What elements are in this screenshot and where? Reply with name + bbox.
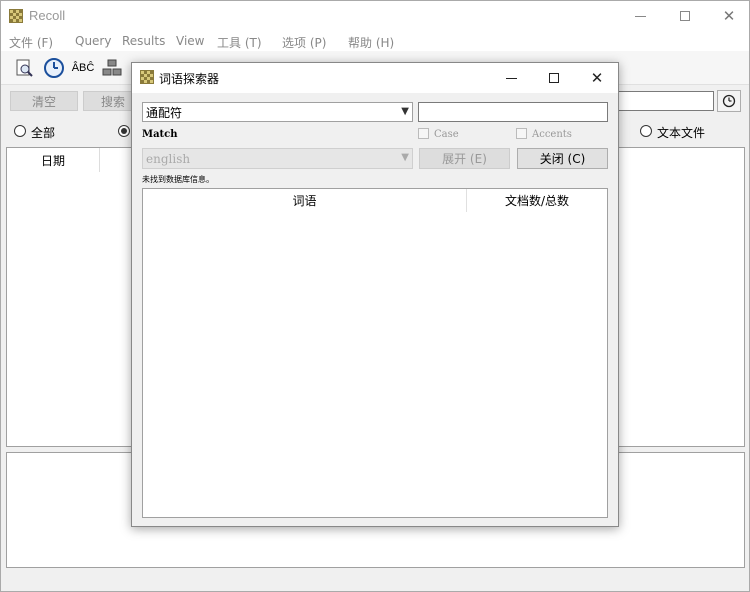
maximize-icon: [549, 73, 559, 83]
column-header-term[interactable]: 词语: [143, 189, 467, 212]
term-table[interactable]: 词语 文档数/总数: [142, 188, 608, 518]
main-search-input-end[interactable]: [618, 91, 714, 111]
expand-button[interactable]: 展开 (E): [419, 148, 510, 169]
document-search-icon[interactable]: [13, 57, 35, 79]
main-window-title: Recoll: [29, 8, 66, 23]
menu-help[interactable]: 帮助 (H): [348, 34, 394, 51]
dialog-title: 词语探索器: [159, 72, 220, 86]
column-header-doc-count[interactable]: 文档数/总数: [467, 189, 607, 212]
menu-bar: 文件 (F) Query Results View 工具 (T) 选项 (P) …: [1, 31, 749, 51]
language-select[interactable]: english ▼: [142, 148, 413, 169]
filter-all-radio[interactable]: [14, 125, 26, 137]
match-mode-select[interactable]: 通配符 ▼: [142, 102, 413, 122]
history-button[interactable]: [717, 90, 741, 112]
filter-all-label: 全部: [31, 126, 56, 140]
filter-text-radio[interactable]: [640, 125, 652, 137]
match-label: Match: [142, 129, 178, 140]
term-input[interactable]: [418, 102, 608, 122]
dialog-title-bar: 词语探索器 ✕: [132, 63, 618, 93]
clear-button[interactable]: 清空: [10, 91, 78, 111]
close-icon: ✕: [590, 69, 604, 87]
database-icon[interactable]: [101, 57, 123, 79]
recoll-app-icon: [9, 9, 23, 23]
history-clock-icon[interactable]: [43, 57, 65, 79]
case-checkbox[interactable]: [418, 128, 429, 139]
clock-icon: [722, 94, 736, 108]
menu-file[interactable]: 文件 (F): [9, 34, 53, 51]
chevron-down-icon: ▼: [401, 106, 409, 117]
close-window-button[interactable]: ✕: [707, 1, 750, 31]
close-button[interactable]: 关闭 (C): [517, 148, 608, 169]
accents-checkbox[interactable]: [516, 128, 527, 139]
dialog-close-window-button[interactable]: ✕: [575, 63, 619, 93]
minimize-button[interactable]: [618, 1, 662, 31]
filter-text-label: 文本文件: [657, 126, 706, 140]
term-explorer-dialog: 词语探索器 ✕ 通配符 ▼ Match Case Accents english…: [131, 62, 619, 527]
minimize-icon: [505, 77, 517, 79]
menu-results[interactable]: Results: [122, 34, 165, 48]
close-icon: ✕: [722, 7, 736, 25]
accents-label: Accents: [532, 129, 572, 140]
main-title-bar: Recoll ✕: [1, 1, 749, 31]
menu-query[interactable]: Query: [75, 34, 111, 48]
results-column-date[interactable]: 日期: [7, 148, 100, 172]
dialog-minimize-button[interactable]: [489, 63, 533, 93]
menu-options[interactable]: 选项 (P): [282, 34, 326, 51]
dialog-app-icon: [140, 70, 154, 84]
spelling-icon[interactable]: ÂBĈ: [71, 57, 95, 79]
maximize-icon: [680, 11, 690, 21]
menu-tools[interactable]: 工具 (T): [217, 34, 262, 51]
minimize-icon: [634, 15, 646, 17]
chevron-down-icon: ▼: [401, 152, 409, 163]
dialog-maximize-button[interactable]: [532, 63, 576, 93]
filter-selected-radio[interactable]: [118, 125, 130, 137]
maximize-button[interactable]: [663, 1, 707, 31]
status-text: 未找到数据库信息。: [142, 175, 214, 184]
match-mode-value: 通配符: [146, 105, 183, 120]
case-label: Case: [434, 129, 459, 140]
language-value: english: [146, 151, 191, 166]
menu-view[interactable]: View: [176, 34, 204, 48]
